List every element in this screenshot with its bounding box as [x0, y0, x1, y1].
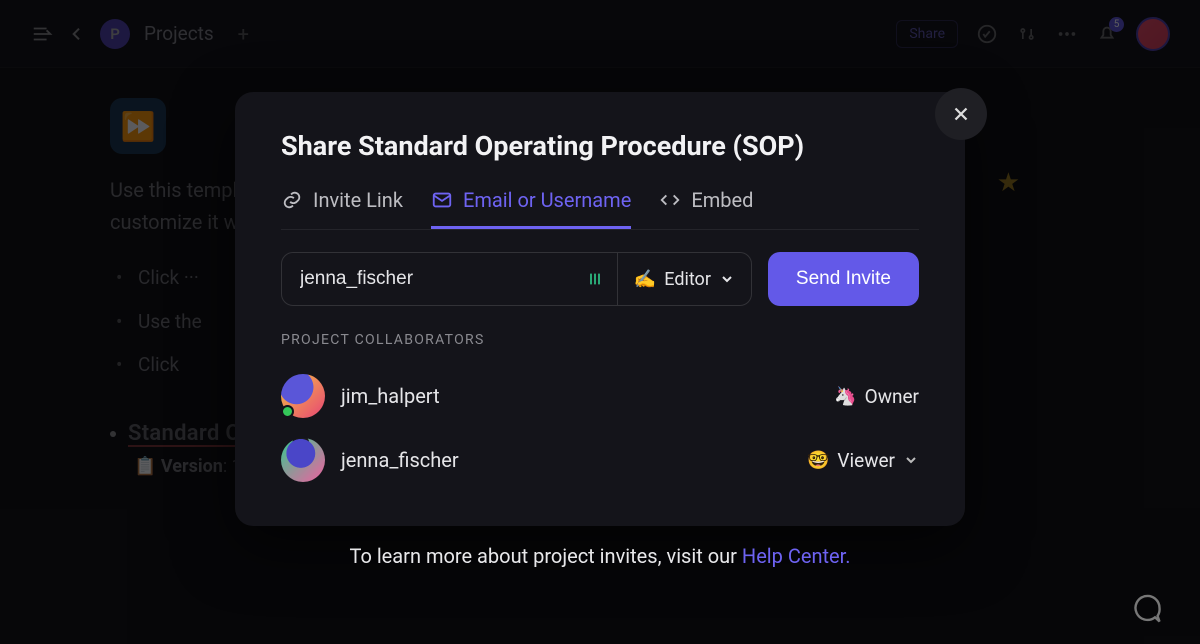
- role-dropdown[interactable]: ✍️ Editor: [617, 253, 751, 305]
- tab-label: Embed: [691, 188, 753, 212]
- chat-icon[interactable]: [1128, 590, 1164, 626]
- modal-wrapper: Share Standard Operating Procedure (SOP)…: [235, 92, 965, 568]
- collaborator-name: jenna_fischer: [341, 448, 791, 472]
- username-input[interactable]: [282, 253, 573, 305]
- tab-invite-link[interactable]: Invite Link: [281, 188, 403, 229]
- modal-overlay: Share Standard Operating Procedure (SOP)…: [0, 0, 1200, 644]
- tab-label: Invite Link: [313, 188, 403, 212]
- help-prefix: To learn more about project invites, vis…: [349, 544, 741, 568]
- collaborator-role-dropdown[interactable]: 🤓 Viewer: [807, 449, 919, 472]
- help-center-link[interactable]: Help Center.: [742, 544, 851, 568]
- collaborators-header: PROJECT COLLABORATORS: [281, 332, 919, 348]
- chevron-down-icon: [903, 452, 919, 468]
- verify-icon: [573, 253, 617, 305]
- role-emoji: 🦄: [834, 386, 856, 407]
- collaborator-name: jim_halpert: [341, 384, 818, 408]
- help-text: To learn more about project invites, vis…: [235, 544, 965, 568]
- tab-embed[interactable]: Embed: [659, 188, 753, 229]
- status-online-icon: [281, 405, 294, 418]
- role-emoji: 🤓: [807, 450, 829, 471]
- close-icon: [950, 103, 972, 125]
- tab-email-username[interactable]: Email or Username: [431, 188, 631, 229]
- collaborator-row: jim_halpert 🦄 Owner: [281, 364, 919, 428]
- avatar[interactable]: [281, 374, 325, 418]
- tab-label: Email or Username: [463, 188, 631, 212]
- link-icon: [281, 189, 303, 211]
- invite-row: ✍️ Editor Send Invite: [281, 252, 919, 306]
- invite-input-group: ✍️ Editor: [281, 252, 752, 306]
- collaborator-role: 🦄 Owner: [834, 385, 919, 408]
- code-icon: [659, 189, 681, 211]
- collaborator-row: jenna_fischer 🤓 Viewer: [281, 428, 919, 492]
- mail-icon: [431, 189, 453, 211]
- share-tabs: Invite Link Email or Username Embed: [281, 188, 919, 230]
- role-text: Viewer: [837, 449, 895, 472]
- chevron-down-icon: [719, 271, 735, 287]
- modal-title: Share Standard Operating Procedure (SOP): [281, 130, 919, 162]
- share-modal: Share Standard Operating Procedure (SOP)…: [235, 92, 965, 526]
- role-text: Owner: [865, 385, 919, 408]
- avatar[interactable]: [281, 438, 325, 482]
- role-emoji: ✍️: [634, 269, 656, 290]
- close-button[interactable]: [935, 88, 987, 140]
- role-label: Editor: [664, 269, 711, 290]
- send-invite-button[interactable]: Send Invite: [768, 252, 919, 306]
